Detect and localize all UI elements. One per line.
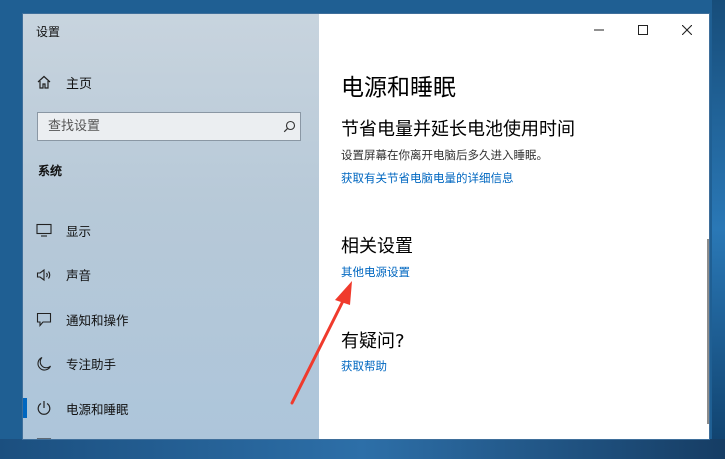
sidebar-item-display[interactable]: 显示 (23, 208, 319, 253)
sidebar-item-power-sleep[interactable]: 电源和睡眠 (23, 386, 319, 431)
section-label-system: 系统 (38, 164, 63, 178)
link-power-saving-info[interactable]: 获取有关节省电脑电量的详细信息 (341, 170, 514, 186)
sidebar-item-label: 专注助手 (66, 357, 117, 373)
app-title: 设置 (36, 25, 61, 39)
home-icon (36, 74, 66, 90)
desktop-background (712, 0, 725, 459)
search-box[interactable] (37, 112, 301, 141)
minimize-button[interactable] (577, 14, 621, 46)
settings-window: 设置 主页 系统 显示 声 (23, 14, 709, 439)
link-get-help[interactable]: 获取帮助 (341, 358, 387, 374)
nav-home-label: 主页 (66, 76, 93, 92)
notification-icon (36, 312, 66, 327)
monitor-icon (36, 223, 66, 237)
scrollbar[interactable] (707, 239, 709, 424)
storage-icon (36, 431, 66, 439)
page-title: 电源和睡眠 (341, 75, 456, 101)
search-icon[interactable] (278, 120, 300, 133)
section-heading-help: 有疑问? (341, 331, 405, 352)
sidebar-item-focus-assist[interactable]: 专注助手 (23, 342, 319, 387)
nav-home[interactable]: 主页 (36, 70, 296, 94)
taskbar-edge (0, 439, 725, 459)
close-button[interactable] (665, 14, 709, 46)
section-heading-save-power: 节省电量并延长电池使用时间 (341, 119, 575, 140)
sidebar-item-notifications[interactable]: 通知和操作 (23, 297, 319, 342)
sidebar-item-label: 通知和操作 (66, 312, 129, 328)
search-input[interactable] (38, 112, 278, 141)
speaker-icon (36, 268, 66, 282)
sidebar-item-sound[interactable]: 声音 (23, 253, 319, 298)
sidebar-item-label: 声音 (66, 268, 92, 284)
link-additional-power-settings[interactable]: 其他电源设置 (341, 264, 410, 280)
sidebar-item-label: 显示 (66, 223, 92, 239)
close-icon (682, 25, 692, 35)
section-heading-related-settings: 相关设置 (341, 236, 413, 257)
maximize-icon (638, 25, 648, 35)
main-content: 电源和睡眠 节省电量并延长电池使用时间 设置屏幕在你离开电脑后多久进入睡眠。 获… (319, 14, 709, 439)
moon-icon (36, 356, 66, 372)
sidebar: 设置 主页 系统 显示 声 (23, 14, 319, 439)
nav-list: 显示 声音 通知和操作 专注助手 电源和睡眠 (23, 208, 319, 439)
sidebar-item-label: 存储 (66, 431, 91, 440)
section-description: 设置屏幕在你离开电脑后多久进入睡眠。 (341, 148, 548, 162)
sidebar-item-storage[interactable]: 存储 (23, 431, 319, 440)
power-icon (36, 400, 66, 416)
minimize-icon (594, 29, 604, 31)
maximize-button[interactable] (621, 14, 665, 46)
sidebar-item-label: 电源和睡眠 (66, 401, 129, 417)
